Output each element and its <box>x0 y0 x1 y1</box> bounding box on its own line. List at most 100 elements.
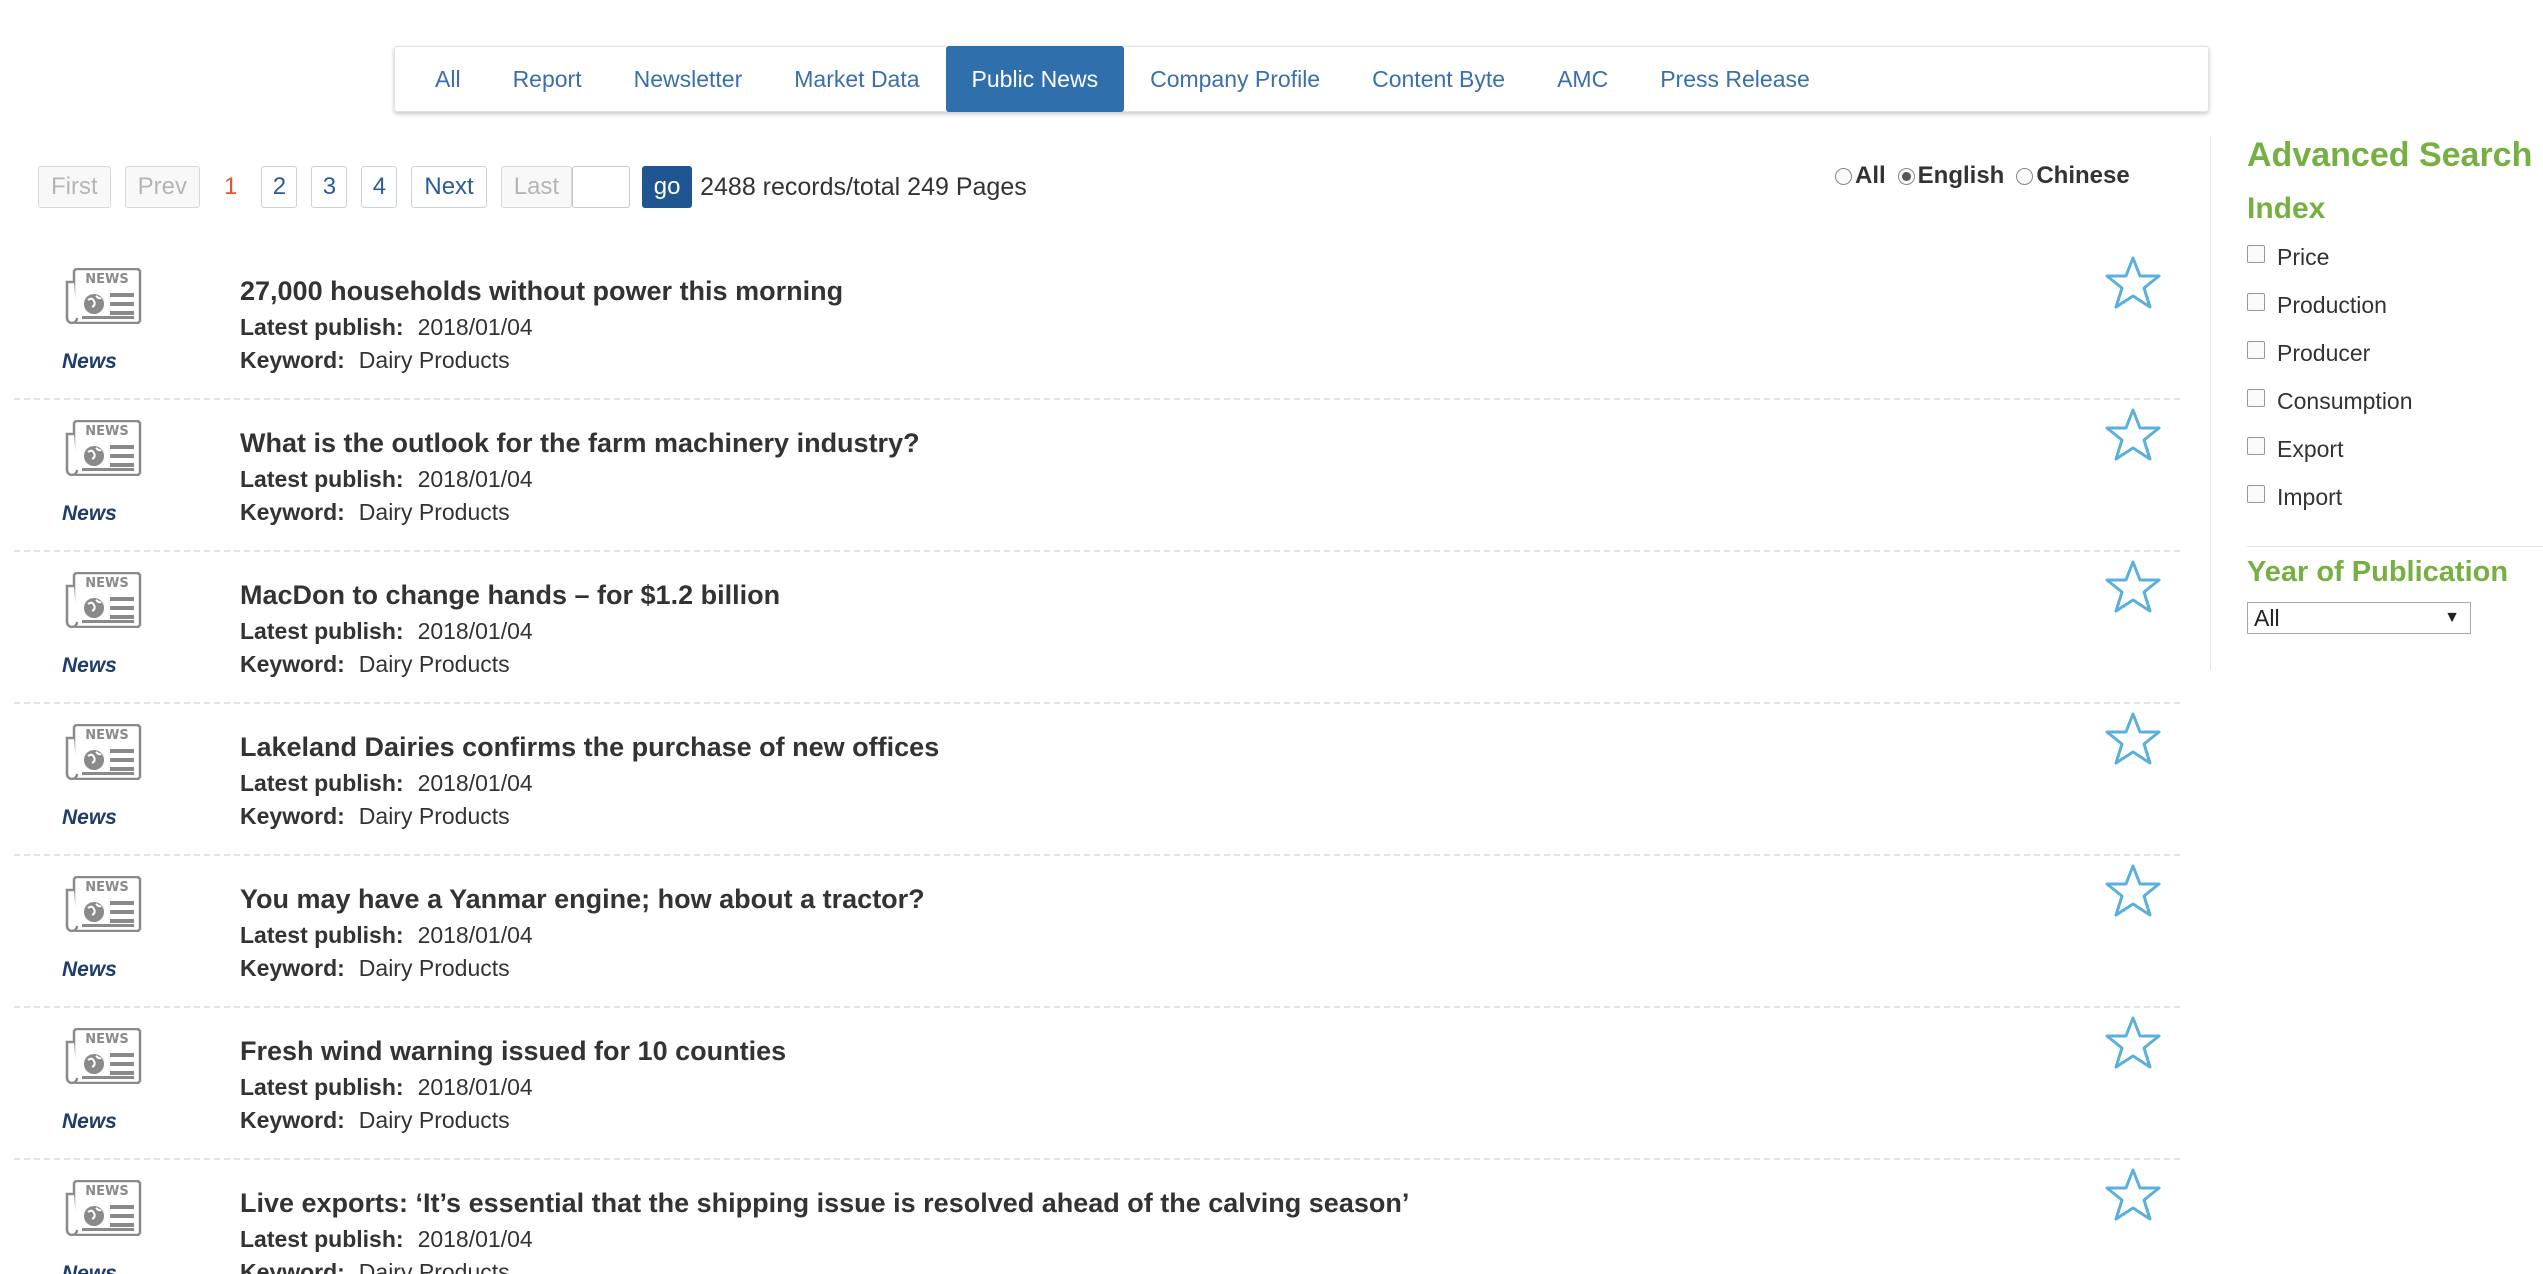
index-option-producer[interactable]: Producer <box>2247 340 2370 367</box>
language-english-label: English <box>1917 162 2005 189</box>
news-type-label: News <box>62 350 117 373</box>
news-type-label: News <box>62 1262 117 1274</box>
checkbox[interactable] <box>2247 292 2265 311</box>
star-icon[interactable] <box>2104 558 2162 616</box>
star-icon[interactable] <box>2104 1014 2162 1072</box>
star-icon[interactable] <box>2104 1166 2162 1224</box>
tab-all[interactable]: All <box>409 46 487 112</box>
publish-date-line: Latest publish: 2018/01/04 <box>240 770 533 797</box>
news-type-label: News <box>62 806 117 829</box>
language-chinese-option[interactable]: Chinese <box>2016 162 2130 190</box>
news-icon: NEWS <box>64 1027 142 1085</box>
publish-label: Latest publish: <box>240 466 404 492</box>
tab-public-news[interactable]: Public News <box>945 46 1125 112</box>
news-title-link[interactable]: You may have a Yanmar engine; how about … <box>240 884 925 915</box>
checkbox[interactable] <box>2247 340 2265 359</box>
page-number-input[interactable] <box>572 166 631 208</box>
publish-date: 2018/01/04 <box>417 1226 533 1252</box>
next-page-button[interactable]: Next <box>411 166 487 208</box>
star-icon[interactable] <box>2104 710 2162 768</box>
publish-label: Latest publish: <box>240 314 404 340</box>
news-icon: NEWS <box>64 571 142 629</box>
index-option-label: Export <box>2277 436 2344 462</box>
language-filter: All English Chinese <box>1835 162 2142 190</box>
page-root: All Report Newsletter Market Data Public New… <box>0 0 2543 1274</box>
keyword-value: Dairy Products <box>358 347 510 373</box>
index-option-label: Import <box>2277 484 2343 510</box>
keyword-label: Keyword: <box>240 803 345 829</box>
keyword-line: Keyword: Dairy Products <box>240 955 510 982</box>
news-title-link[interactable]: Fresh wind warning issued for 10 countie… <box>240 1036 786 1067</box>
current-page: 1 <box>224 173 238 200</box>
keyword-value: Dairy Products <box>358 803 510 829</box>
publish-label: Latest publish: <box>240 1074 404 1100</box>
tab-market-data[interactable]: Market Data <box>768 46 945 112</box>
publish-label: Latest publish: <box>240 618 404 644</box>
advanced-search-title: Advanced Search <box>2247 136 2533 174</box>
index-title: Index <box>2247 192 2326 225</box>
tab-company-profile[interactable]: Company Profile <box>1124 46 1346 112</box>
news-title-link[interactable]: 27,000 households without power this mor… <box>240 276 843 307</box>
checkbox[interactable] <box>2247 436 2265 455</box>
news-type-label: News <box>62 502 117 525</box>
keyword-line: Keyword: Dairy Products <box>240 347 510 374</box>
sidebar-divider <box>2247 546 2543 547</box>
publish-date: 2018/01/04 <box>417 466 533 492</box>
checkbox[interactable] <box>2247 244 2265 263</box>
index-option-label: Producer <box>2277 340 2371 366</box>
news-icon: NEWS <box>64 723 142 781</box>
news-title-link[interactable]: What is the outlook for the farm machine… <box>240 428 920 459</box>
svg-text:NEWS: NEWS <box>85 1184 128 1199</box>
index-option-production[interactable]: Production <box>2247 292 2387 319</box>
index-option-export[interactable]: Export <box>2247 436 2343 463</box>
list-item: NEWS News Lakeland Dairies confirms the … <box>14 704 2180 856</box>
language-english-radio[interactable] <box>1897 167 1915 185</box>
language-all-option[interactable]: All <box>1835 162 1886 190</box>
star-icon[interactable] <box>2104 862 2162 920</box>
keyword-label: Keyword: <box>240 347 345 373</box>
publish-date-line: Latest publish: 2018/01/04 <box>240 314 533 341</box>
list-item: NEWS News What is the outlook for the fa… <box>14 400 2180 552</box>
tab-press-release[interactable]: Press Release <box>1634 46 1836 112</box>
svg-text:NEWS: NEWS <box>85 1032 128 1047</box>
page-4-button[interactable]: 4 <box>361 166 398 208</box>
index-option-label: Price <box>2277 244 2330 270</box>
advanced-search-panel: Advanced Search Index Price Production Pro… <box>2210 136 2543 670</box>
checkbox[interactable] <box>2247 484 2265 503</box>
last-page-button[interactable]: Last <box>500 166 573 208</box>
language-english-option[interactable]: English <box>1897 162 2005 190</box>
page-2-button[interactable]: 2 <box>261 166 298 208</box>
publish-date-line: Latest publish: 2018/01/04 <box>240 466 533 493</box>
first-page-button[interactable]: First <box>38 166 111 208</box>
news-title-link[interactable]: MacDon to change hands – for $1.2 billio… <box>240 580 780 611</box>
checkbox[interactable] <box>2247 388 2265 407</box>
prev-page-button[interactable]: Prev <box>124 166 201 208</box>
page-3-button[interactable]: 3 <box>311 166 348 208</box>
news-icon: NEWS <box>64 1179 142 1237</box>
year-select[interactable]: All ▼ <box>2247 602 2471 634</box>
index-option-import[interactable]: Import <box>2247 484 2342 511</box>
category-tabs: All Report Newsletter Market Data Public New… <box>394 46 2209 112</box>
keyword-value: Dairy Products <box>358 1259 510 1274</box>
chevron-down-icon: ▼ <box>2444 609 2460 626</box>
keyword-line: Keyword: Dairy Products <box>240 1259 510 1274</box>
tab-amc[interactable]: AMC <box>1531 46 1634 112</box>
star-icon[interactable] <box>2104 254 2162 312</box>
list-item: NEWS News Fresh wind warning issued for … <box>14 1008 2180 1160</box>
language-all-radio[interactable] <box>1835 167 1852 185</box>
tab-newsletter[interactable]: Newsletter <box>608 46 769 112</box>
publish-date-line: Latest publish: 2018/01/04 <box>240 618 533 645</box>
news-title-link[interactable]: Live exports: ‘It’s essential that the s… <box>240 1188 1409 1219</box>
list-item: NEWS News You may have a Yanmar engine; … <box>14 856 2180 1008</box>
index-option-price[interactable]: Price <box>2247 244 2329 271</box>
go-button[interactable]: go <box>642 166 693 208</box>
publish-date: 2018/01/04 <box>417 618 533 644</box>
publish-date: 2018/01/04 <box>417 314 533 340</box>
tab-report[interactable]: Report <box>487 46 608 112</box>
language-chinese-radio[interactable] <box>2016 167 2034 185</box>
star-icon[interactable] <box>2104 406 2162 464</box>
records-summary: 2488 records/total 249 Pages <box>700 172 1027 201</box>
news-title-link[interactable]: Lakeland Dairies confirms the purchase o… <box>240 732 939 763</box>
index-option-consumption[interactable]: Consumption <box>2247 388 2413 415</box>
tab-content-byte[interactable]: Content Byte <box>1346 46 1531 112</box>
